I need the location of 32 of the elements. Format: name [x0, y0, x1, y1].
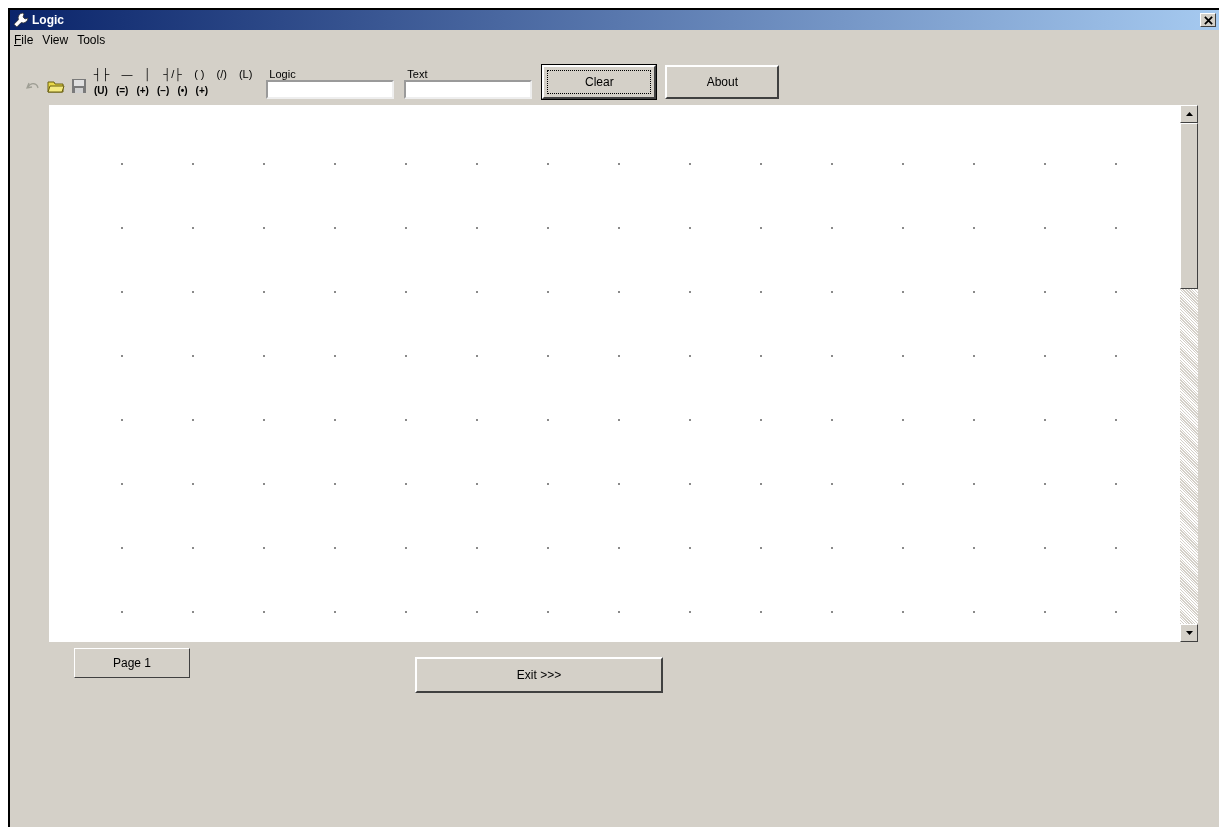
save-icon[interactable] [71, 78, 87, 94]
menu-item[interactable]: File [14, 33, 34, 49]
ladder-symbol-tool[interactable]: ┤/├ [163, 68, 183, 80]
toolbar-button[interactable]: Clear [542, 65, 657, 99]
text-input[interactable] [404, 80, 533, 99]
wrench-icon [13, 12, 29, 28]
ladder-symbol-tool[interactable]: ( ) [194, 68, 205, 80]
ladder-symbol-tool[interactable]: — [121, 68, 133, 80]
down-arrow-icon [1185, 631, 1193, 635]
exit-button[interactable]: Exit >>> [415, 657, 663, 693]
ladder-symbol-tool[interactable]: (+) [136, 84, 149, 96]
page-tab[interactable]: Page 1 [74, 648, 190, 678]
vertical-scrollbar[interactable] [1180, 105, 1198, 642]
ladder-symbol-tool[interactable]: (•) [177, 84, 188, 96]
ladder-symbol-tool[interactable]: (=) [115, 84, 129, 96]
window-title: Logic [32, 13, 65, 27]
ladder-symbol-tool[interactable]: (/) [216, 68, 227, 80]
toolbar-button[interactable]: About [665, 65, 780, 99]
field-label: Logic [269, 68, 297, 80]
menu-item[interactable]: View [42, 33, 69, 49]
ladder-symbol-tool[interactable]: ┤├ [94, 68, 110, 80]
ladder-symbol-tool[interactable]: │ [144, 68, 152, 80]
field-label: Text [407, 68, 429, 80]
ladder-symbol-tool[interactable]: (+) [195, 84, 209, 96]
folder-icon[interactable] [47, 78, 65, 94]
up-arrow-icon [1185, 112, 1193, 116]
ladder-symbol-tool[interactable]: (L) [238, 68, 253, 80]
menu-item[interactable]: Tools [77, 33, 106, 49]
text-input[interactable] [266, 80, 395, 99]
ladder-symbol-tool[interactable]: (−) [156, 84, 170, 96]
close-button[interactable] [1200, 13, 1216, 27]
ladder-symbol-tool[interactable]: (U) [94, 84, 108, 96]
